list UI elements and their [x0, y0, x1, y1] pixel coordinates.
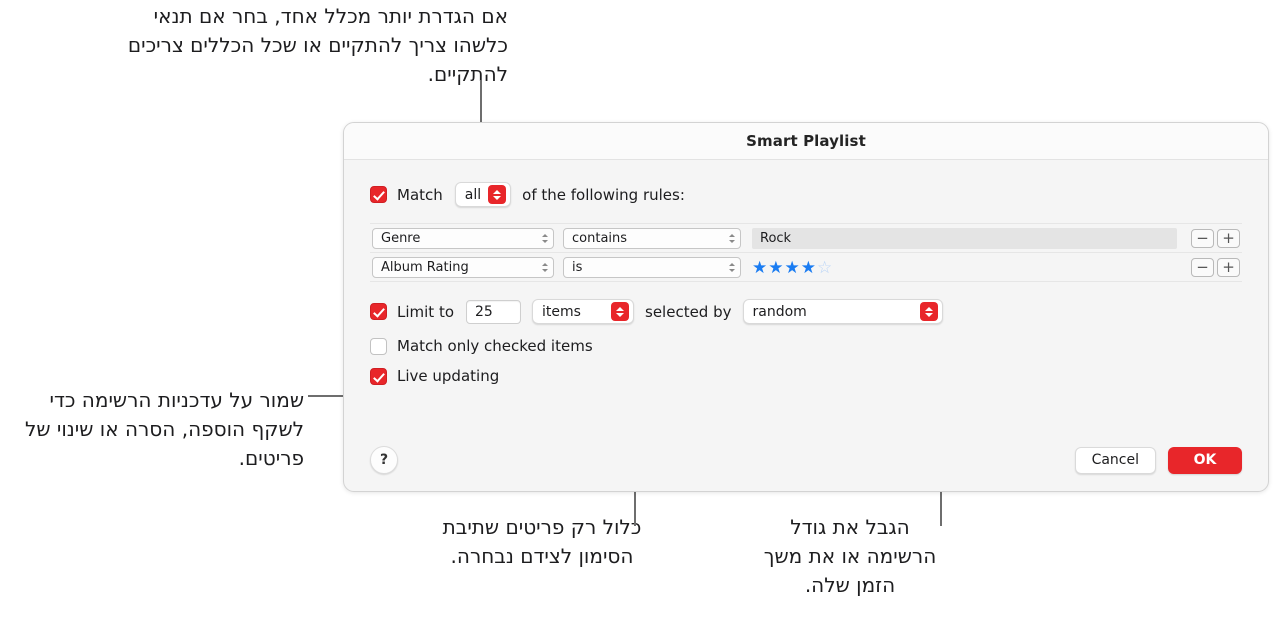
help-button[interactable]: ? — [370, 446, 398, 474]
ok-button[interactable]: OK — [1168, 446, 1242, 474]
rule-operator-select[interactable]: contains — [563, 227, 741, 249]
match-operator-popup[interactable]: all — [454, 182, 512, 207]
rule-field-select[interactable]: Genre — [372, 227, 554, 249]
dialog-title: Smart Playlist — [746, 132, 866, 150]
callout-limit: הגבל את גודל הרשימה או את משך הזמן שלה. — [763, 515, 937, 597]
dialog-footer: ? Cancel OK — [344, 429, 1268, 491]
callout-live-updating: שמור על עדכניות הרשימה כדי לשקף הוספה, ה… — [24, 388, 304, 470]
match-only-checked-checkbox[interactable] — [370, 337, 387, 355]
star-rating-icon[interactable]: ★★★★☆ — [752, 258, 833, 278]
limit-row: Limit to 25 items selected by random — [370, 299, 1242, 324]
match-label: Match — [397, 185, 443, 204]
chevron-updown-icon — [542, 233, 548, 243]
chevron-updown-icon — [729, 262, 735, 272]
rule-field-value: Album Rating — [381, 259, 469, 275]
limit-label: Limit to — [397, 302, 455, 321]
callout-match-only-checked: כלול רק פריטים שתיבת הסימון לצידם נבחרה. — [442, 515, 642, 568]
match-checkbox[interactable] — [370, 186, 387, 203]
rule-row-buttons: − + — [1191, 257, 1240, 277]
table-row: Album Rating is ★★★★☆ − + — [370, 252, 1242, 282]
rules-list: Genre contains Rock − + Album Rating is … — [370, 223, 1242, 282]
stepper-icon — [919, 302, 938, 321]
match-row: Match all of the following rules: — [370, 182, 1242, 207]
rule-row-buttons: − + — [1191, 228, 1240, 248]
selected-by-popup[interactable]: random — [742, 299, 943, 324]
live-updating-checkbox[interactable] — [370, 367, 387, 385]
remove-rule-button[interactable]: − — [1191, 228, 1214, 248]
chevron-updown-icon — [542, 262, 548, 272]
smart-playlist-dialog: Smart Playlist Match all of the followin… — [343, 122, 1269, 492]
rule-value-stars[interactable]: ★★★★☆ — [752, 258, 1177, 277]
selected-by-label: selected by — [645, 302, 732, 321]
limit-amount-input[interactable]: 25 — [466, 299, 522, 324]
match-only-checked-row[interactable]: Match only checked items — [370, 337, 1242, 355]
selected-by-value: random — [752, 303, 807, 320]
table-row: Genre contains Rock − + — [370, 223, 1242, 252]
live-updating-label: Live updating — [397, 367, 500, 385]
callout-match-rules: אם הגדרת יותר מכלל אחד, בחר אם תנאי כלשה… — [127, 4, 508, 86]
limit-unit-popup[interactable]: items — [532, 299, 635, 324]
dialog-titlebar: Smart Playlist — [344, 123, 1268, 160]
dialog-body: Match all of the following rules: Genre … — [344, 182, 1268, 385]
chevron-updown-icon — [729, 233, 735, 243]
match-operator-value: all — [464, 186, 482, 203]
rule-field-value: Genre — [381, 230, 421, 246]
match-suffix-label: of the following rules: — [522, 185, 685, 204]
live-updating-row[interactable]: Live updating — [370, 367, 1242, 385]
rule-field-select[interactable]: Album Rating — [372, 256, 554, 278]
rule-value-input[interactable]: Rock — [752, 227, 1177, 249]
rule-operator-value: contains — [572, 230, 628, 246]
limit-checkbox[interactable] — [370, 303, 387, 320]
remove-rule-button[interactable]: − — [1191, 257, 1214, 277]
rule-operator-value: is — [572, 259, 583, 275]
limit-unit-value: items — [542, 303, 581, 320]
rule-operator-select[interactable]: is — [563, 256, 741, 278]
add-rule-button[interactable]: + — [1217, 257, 1240, 277]
cancel-button[interactable]: Cancel — [1074, 446, 1156, 474]
match-only-checked-label: Match only checked items — [397, 337, 593, 355]
stepper-icon — [488, 185, 507, 204]
stepper-icon — [611, 302, 630, 321]
add-rule-button[interactable]: + — [1217, 228, 1240, 248]
